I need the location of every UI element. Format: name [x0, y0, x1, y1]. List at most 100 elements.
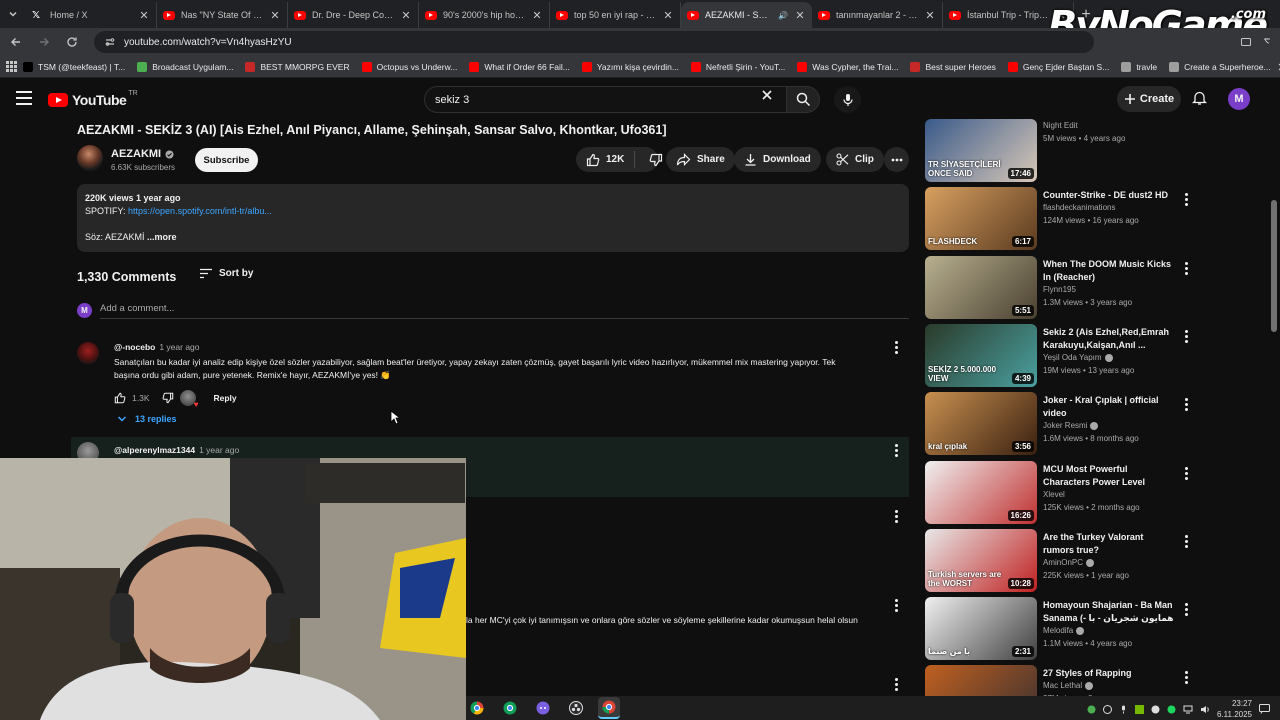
view-replies-button[interactable]: 13 replies — [117, 414, 177, 424]
tray-shield-icon[interactable] — [1103, 704, 1112, 714]
microphone-icon[interactable] — [1119, 705, 1128, 714]
video-menu-button[interactable] — [1185, 398, 1188, 411]
close-tab-icon[interactable]: ✕ — [794, 9, 806, 22]
video-title[interactable]: Are the Turkey Valorant rumors true? — [1043, 531, 1175, 557]
related-video-item[interactable]: با من صنما 2:31 Homayoun Shajarian - Ba Ma… — [925, 597, 1188, 661]
video-menu-button[interactable] — [1185, 535, 1188, 548]
youtube-logo[interactable]: YouTube TR — [48, 90, 140, 108]
comment-menu-button[interactable] — [893, 599, 899, 612]
cast-icon[interactable] — [1240, 36, 1252, 48]
bookmark-item[interactable]: TSM (@teekfeast) | T... — [17, 57, 131, 77]
video-menu-button[interactable] — [1185, 467, 1188, 480]
clip-button[interactable]: Clip — [826, 147, 884, 172]
related-video-item[interactable]: Turkish servers are the WORST 10:28 Are th… — [925, 529, 1188, 593]
video-menu-button[interactable] — [1185, 262, 1188, 275]
related-video-item[interactable]: kral çıplak 3:56 Joker - Kral Çıplak | off… — [925, 392, 1188, 456]
thumbs-down-icon[interactable] — [162, 392, 174, 404]
reply-button[interactable]: Reply — [214, 393, 237, 403]
add-comment-input[interactable]: Add a comment... — [100, 303, 909, 319]
close-tab-icon[interactable]: ✕ — [924, 9, 936, 22]
video-channel[interactable]: AminOnPC — [1043, 558, 1095, 567]
network-icon[interactable] — [1183, 705, 1193, 714]
bookmarks-overflow-button[interactable] — [1277, 57, 1280, 77]
video-channel[interactable]: flashdeckanimations — [1043, 203, 1115, 212]
chrome-profile-taskbar-icon[interactable] — [499, 697, 521, 719]
download-button[interactable]: Download — [734, 147, 821, 172]
subscribe-button[interactable]: Subscribe — [195, 148, 258, 172]
bookmark-item[interactable]: Genç Ejder Baştan S... — [1002, 57, 1115, 77]
browser-tab[interactable]: 𝕏 Home / X ✕ — [26, 2, 157, 28]
chrome-taskbar-icon[interactable] — [466, 697, 488, 719]
discord-taskbar-icon[interactable] — [532, 697, 554, 719]
close-tab-icon[interactable]: ✕ — [269, 9, 281, 22]
audio-playing-icon[interactable]: 🔊 — [778, 11, 788, 20]
guide-menu-button[interactable] — [16, 91, 32, 105]
video-menu-button[interactable] — [1185, 671, 1188, 684]
related-video-item[interactable]: TR SİYASETÇİLERİ ONCE SAID 17:46 Night Edi… — [925, 119, 1187, 183]
video-thumbnail[interactable]: kral çıplak 3:56 — [925, 392, 1037, 455]
create-button[interactable]: Create — [1117, 86, 1181, 112]
video-channel[interactable]: Night Edit — [1043, 121, 1078, 130]
xbox-icon[interactable] — [1167, 705, 1176, 714]
sort-comments-button[interactable]: Sort by — [199, 268, 253, 279]
bookmark-item[interactable]: Nefretli Şirin - YouT... — [685, 57, 791, 77]
spotify-link[interactable]: https://open.spotify.com/intl-tr/albu... — [128, 206, 272, 216]
related-video-item[interactable]: FLASHDECK 6:17 Counter-Strike - DE dust2 H… — [925, 187, 1188, 251]
browser-tab[interactable]: Dr. Dre - Deep Cover [Inst ✕ — [288, 2, 419, 28]
bookmark-item[interactable]: BEST MMORPG EVER — [239, 57, 355, 77]
browser-tab[interactable]: 90's 2000's hip hop best - ✕ — [419, 2, 550, 28]
video-thumbnail[interactable]: 16:26 — [925, 461, 1037, 524]
close-tab-icon[interactable]: ✕ — [400, 9, 412, 22]
video-thumbnail[interactable]: 5:51 — [925, 256, 1037, 319]
page-scrollbar[interactable] — [1271, 200, 1277, 332]
site-info-icon[interactable] — [104, 36, 116, 48]
bookmark-item[interactable]: Best super Heroes — [904, 57, 1001, 77]
comment-author[interactable]: @-nocebo 1 year ago — [114, 342, 200, 352]
browser-tab[interactable]: AEZAKMI - SEKİZ 3 (A 🔊 ✕ — [681, 2, 812, 28]
forward-button[interactable] — [34, 32, 54, 52]
video-thumbnail[interactable]: SEKİZ 2 5.000.000 VIEW 4:39 — [925, 324, 1037, 387]
bookmark-item[interactable]: Create a Superheroe... — [1163, 57, 1276, 77]
video-menu-button[interactable] — [1185, 603, 1188, 616]
video-channel[interactable]: Joker Resmi — [1043, 421, 1099, 430]
channel-name[interactable]: AEZAKMI — [111, 148, 174, 160]
browser-tab[interactable]: top 50 en iyi rap - YouTub ✕ — [550, 2, 681, 28]
share-button[interactable]: Share — [666, 147, 735, 172]
video-title[interactable]: Homayoun Shajarian - Ba Man Sanama (- هم… — [1043, 599, 1175, 625]
video-channel[interactable]: Xlevel — [1043, 490, 1065, 499]
video-title[interactable]: Sekiz 2 (Ais Ezhel,Red,Emrah Karakuyu,Ka… — [1043, 326, 1175, 352]
tab-search-menu-button[interactable] — [0, 0, 26, 28]
tray-circle-icon[interactable] — [1087, 705, 1096, 714]
video-title[interactable]: Joker - Kral Çıplak | official video — [1043, 394, 1175, 420]
video-channel[interactable]: Melodifa — [1043, 626, 1085, 635]
related-video-item[interactable]: 16:26 MCU Most Powerful Characters Power … — [925, 461, 1188, 525]
bookmark-item[interactable]: Was Cypher, the Trai... — [791, 57, 904, 77]
video-menu-button[interactable] — [1185, 330, 1188, 343]
video-title[interactable]: 27 Styles of Rapping — [1043, 667, 1175, 680]
video-title[interactable]: When The DOOM Music Kicks In (Reacher) — [1043, 258, 1175, 284]
notification-center-icon[interactable] — [1259, 704, 1270, 714]
close-tab-icon[interactable]: ✕ — [138, 9, 150, 22]
thumbs-up-icon[interactable] — [114, 392, 126, 404]
bookmark-item[interactable]: What if Order 66 Fail... — [463, 57, 576, 77]
tray-app-icon[interactable] — [1151, 705, 1160, 714]
comment-menu-button[interactable] — [893, 678, 899, 691]
video-description[interactable]: 220K views 1 year ago SPOTIFY: https://o… — [77, 184, 909, 252]
close-tab-icon[interactable]: ✕ — [662, 9, 674, 22]
comment-author[interactable]: @alperenylmaz1344 1 year ago — [114, 445, 239, 455]
speaker-icon[interactable] — [1200, 705, 1210, 714]
more-actions-button[interactable] — [884, 147, 909, 172]
bookmark-item[interactable]: Yazımı kişa çevirdin... — [576, 57, 685, 77]
video-channel[interactable]: Flynn195 — [1043, 285, 1076, 294]
search-input[interactable]: sekiz 3 — [424, 86, 787, 113]
bookmark-item[interactable]: Octopus vs Underw... — [356, 57, 464, 77]
comment-author-avatar[interactable] — [77, 342, 99, 364]
comment-menu-button[interactable] — [893, 444, 899, 457]
video-thumbnail[interactable]: TR SİYASETÇİLERİ ONCE SAID 17:46 — [925, 119, 1037, 182]
comment-menu-button[interactable] — [893, 510, 899, 523]
translate-icon[interactable] — [1262, 36, 1274, 48]
show-more-link[interactable]: ...more — [147, 232, 177, 242]
apps-button[interactable] — [6, 57, 17, 77]
related-video-item[interactable]: 5:51 When The DOOM Music Kicks In (Reache… — [925, 256, 1188, 320]
video-menu-button[interactable] — [1185, 193, 1188, 206]
